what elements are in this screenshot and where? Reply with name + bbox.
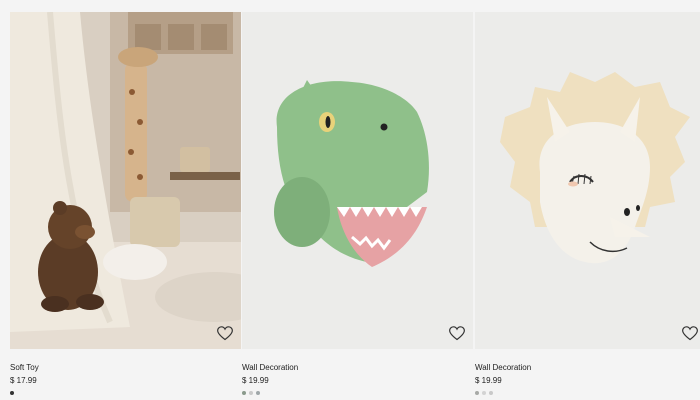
color-swatches [475, 391, 700, 395]
color-swatch[interactable] [482, 391, 486, 395]
product-grid: Soft Toy $ 17.99 Wall Decoration $ 19.99… [0, 0, 700, 400]
product-card[interactable]: Wall Decoration $ 19.99 [475, 12, 700, 400]
color-swatch[interactable] [489, 391, 493, 395]
product-name[interactable]: Soft Toy [10, 363, 241, 373]
product-card[interactable]: Wall Decoration $ 19.99 [242, 12, 473, 400]
product-price: $ 19.99 [242, 376, 269, 385]
color-swatch[interactable] [249, 391, 253, 395]
product-name[interactable]: Wall Decoration [475, 363, 700, 373]
heart-outline-icon[interactable] [449, 326, 465, 341]
product-image[interactable] [475, 12, 700, 349]
color-swatches [10, 391, 241, 395]
product-price: $ 19.99 [475, 376, 502, 385]
color-swatch[interactable] [10, 391, 14, 395]
color-swatch[interactable] [256, 391, 260, 395]
product-card[interactable]: Soft Toy $ 17.99 [10, 12, 241, 400]
color-swatch[interactable] [242, 391, 246, 395]
color-swatches [242, 391, 473, 395]
product-image[interactable] [242, 12, 473, 349]
heart-outline-icon[interactable] [217, 326, 233, 341]
product-name[interactable]: Wall Decoration [242, 363, 473, 373]
heart-outline-icon[interactable] [682, 326, 698, 341]
color-swatch[interactable] [475, 391, 479, 395]
product-image[interactable] [10, 12, 241, 349]
product-price: $ 17.99 [10, 376, 37, 385]
